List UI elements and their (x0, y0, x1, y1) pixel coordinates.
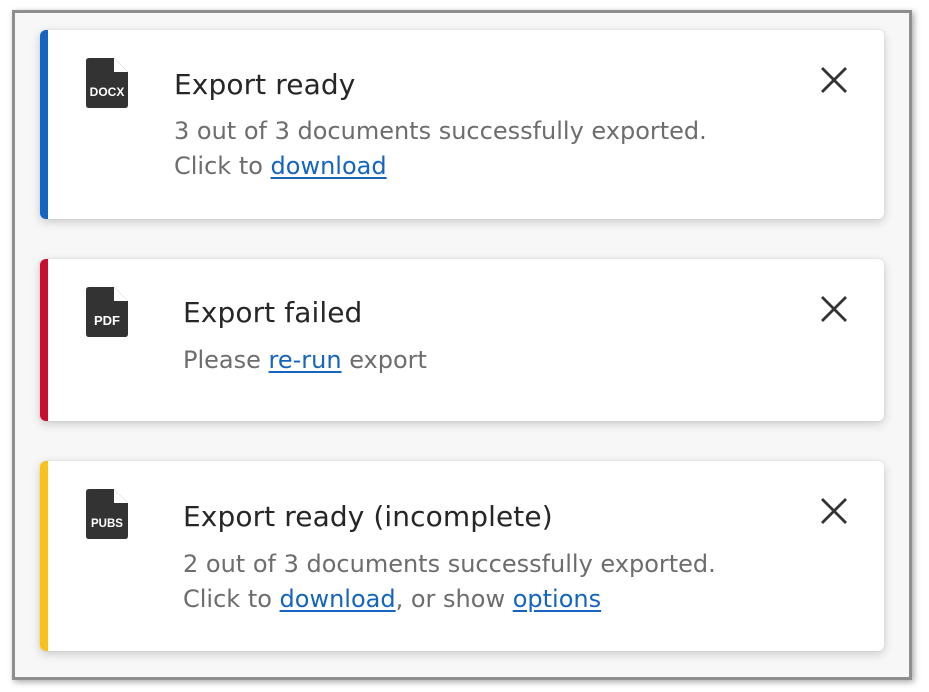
close-button[interactable] (818, 64, 850, 96)
pubs-file-icon: PUBS (86, 489, 128, 539)
close-icon (821, 498, 847, 524)
toast-message-line2: Click to download (174, 149, 707, 184)
toast-export-incomplete: PUBS Export ready (incomplete) 2 out of … (40, 461, 884, 651)
or-show-label: , or show (395, 585, 513, 613)
close-icon (821, 296, 847, 322)
docx-file-icon: DOCX (86, 58, 128, 108)
file-icon-label: DOCX (90, 85, 125, 99)
pdf-file-icon: PDF (86, 287, 128, 337)
toast-message-line2: Click to download, or show options (183, 582, 716, 617)
close-button[interactable] (818, 495, 850, 527)
click-to-label: Click to (174, 152, 271, 180)
toast-message-line1: 3 out of 3 documents successfully export… (174, 117, 707, 145)
export-label: export (341, 346, 427, 374)
options-link[interactable]: options (513, 585, 601, 613)
toast-message: 2 out of 3 documents successfully export… (183, 547, 716, 617)
toast-message-line1: 2 out of 3 documents successfully export… (183, 550, 716, 578)
download-link[interactable]: download (271, 152, 387, 180)
close-button[interactable] (818, 293, 850, 325)
toast-title: Export ready (174, 68, 356, 101)
toast-message: Please re-run export (183, 343, 427, 378)
download-link[interactable]: download (280, 585, 396, 613)
toast-accent-bar (40, 461, 48, 651)
toast-export-ready: DOCX Export ready 3 out of 3 documents s… (40, 30, 884, 219)
toast-title: Export ready (incomplete) (183, 500, 553, 533)
toast-title: Export failed (183, 296, 363, 329)
toast-accent-bar (40, 30, 48, 219)
toast-message-line1: Please re-run export (183, 343, 427, 378)
file-icon-label: PDF (94, 313, 120, 328)
toast-export-failed: PDF Export failed Please re-run export (40, 259, 884, 421)
toast-accent-bar (40, 259, 48, 421)
click-to-label: Click to (183, 585, 280, 613)
rerun-link[interactable]: re-run (269, 346, 342, 374)
toast-message: 3 out of 3 documents successfully export… (174, 114, 707, 184)
file-icon-label: PUBS (91, 518, 123, 530)
please-label: Please (183, 346, 269, 374)
close-icon (821, 67, 847, 93)
